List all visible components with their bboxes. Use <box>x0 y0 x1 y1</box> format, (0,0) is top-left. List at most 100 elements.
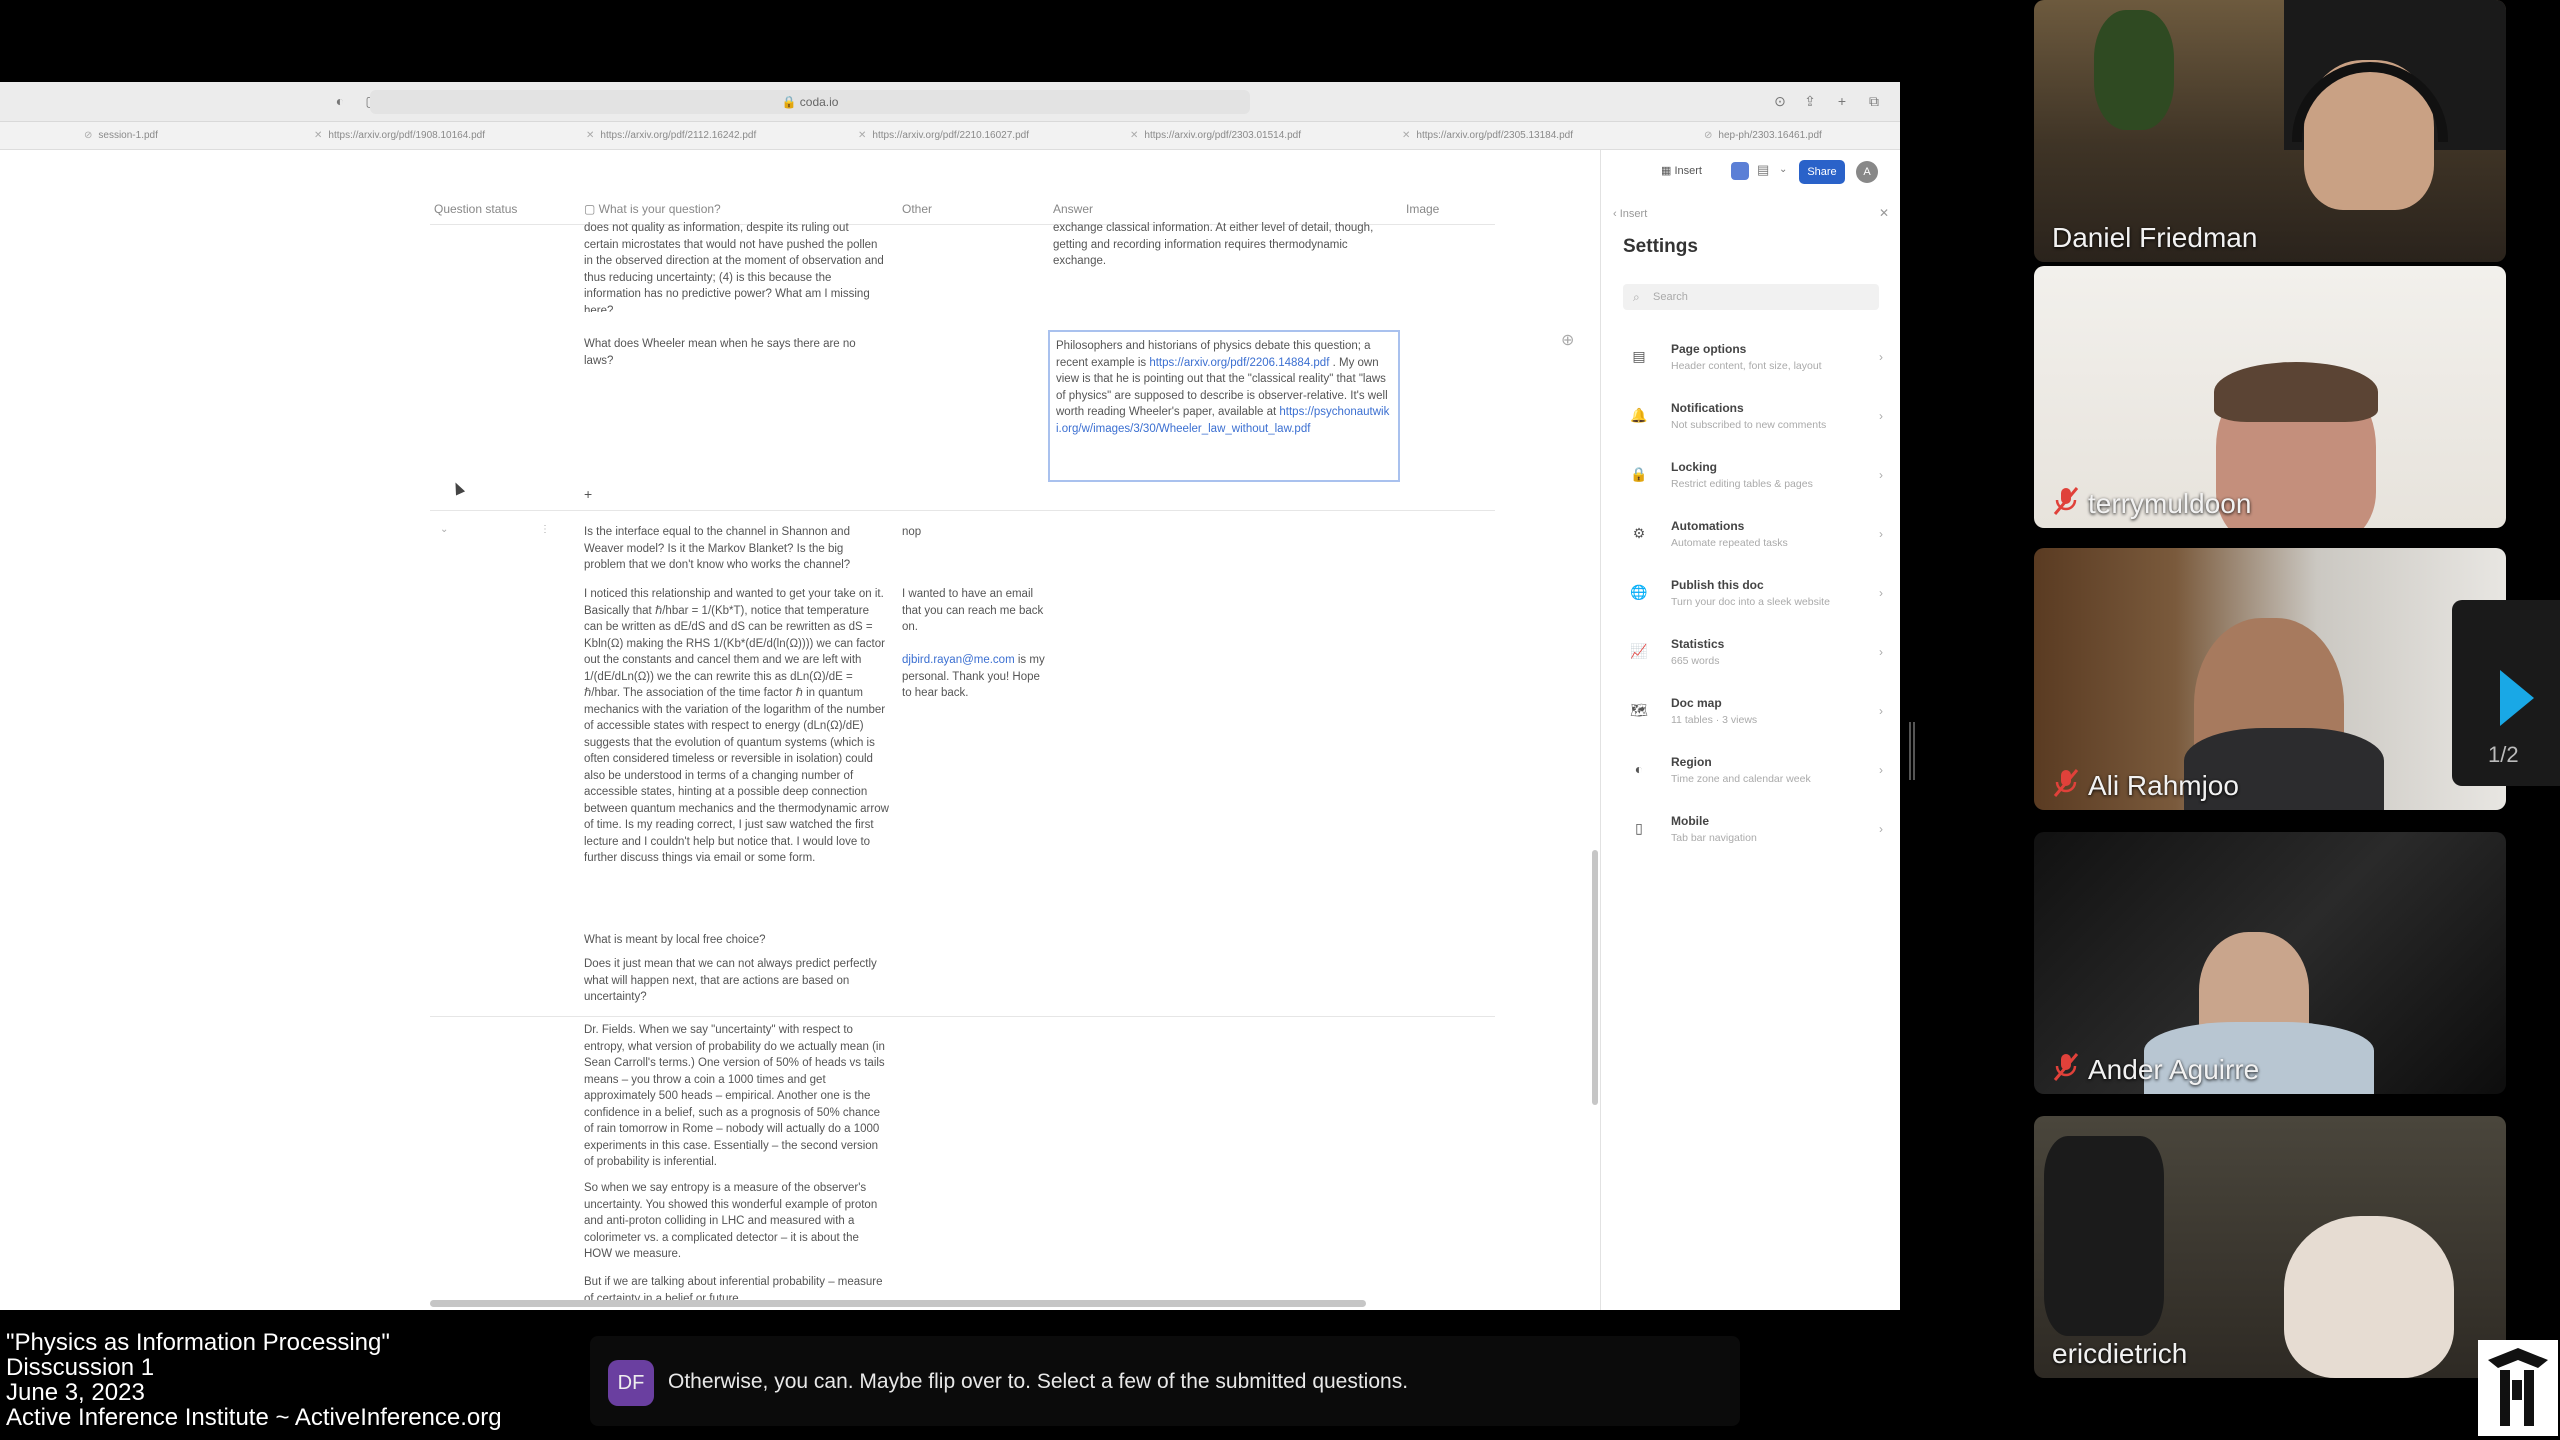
browser-tab[interactable]: ✕ https://arxiv.org/pdf/2112.16242.pdf <box>572 122 842 150</box>
browser-tab[interactable]: ✕ https://arxiv.org/pdf/2305.13184.pdf <box>1388 122 1658 150</box>
question-cell[interactable]: does not quality as information, despite… <box>584 220 884 312</box>
other-cell[interactable]: nop <box>902 524 921 541</box>
item-subtitle: Not subscribed to new comments <box>1671 419 1827 431</box>
comments-icon[interactable]: ▤ <box>1757 162 1769 178</box>
participant-name: ericdietrich <box>2052 1338 2188 1369</box>
insert-label: Insert <box>1674 165 1702 177</box>
close-icon[interactable]: ⊘ <box>84 130 92 141</box>
close-icon[interactable]: ✕ <box>586 130 594 141</box>
live-caption-text: Otherwise, you can. Maybe flip over to. … <box>668 1370 1409 1393</box>
question-cell[interactable]: Is the interface equal to the channel in… <box>584 524 884 574</box>
hair <box>2214 362 2378 422</box>
tab-bar: ⊘ session-1.pdf ✕ https://arxiv.org/pdf/19… <box>0 122 1900 150</box>
gallery-next-button[interactable]: 1/2 <box>2452 600 2560 786</box>
close-icon[interactable]: ✕ <box>1130 130 1138 141</box>
settings-item-statistics[interactable]: 📈 Statistics 665 words › <box>1623 637 1883 687</box>
lock-icon: 🔒 <box>781 95 800 109</box>
expand-row-icon[interactable]: ⌄ <box>440 524 448 535</box>
drag-handle-icon[interactable]: ⋮ <box>540 524 550 535</box>
tab-label: https://arxiv.org/pdf/2112.16242.pdf <box>600 130 757 141</box>
answer-link[interactable]: https://arxiv.org/pdf/2206.14884.pdf <box>1149 357 1329 369</box>
settings-item-mobile[interactable]: ▯ Mobile Tab bar navigation › <box>1623 814 1883 864</box>
close-icon[interactable]: ⊘ <box>1704 130 1712 141</box>
add-comment-icon[interactable]: ⊕ <box>1561 330 1583 352</box>
chevron-right-icon: › <box>1879 468 1883 482</box>
question-cell[interactable]: I noticed this relationship and wanted t… <box>584 586 889 867</box>
region-icon: ◐ <box>1634 761 1644 777</box>
caption-date: June 3, 2023 <box>6 1379 145 1406</box>
gear-icon[interactable] <box>1731 162 1749 180</box>
stream-caption: "Physics as Information Processing" Diss… <box>6 1330 502 1430</box>
settings-item-notifications[interactable]: 🔔 Notifications Not subscribed to new co… <box>1623 401 1883 451</box>
answer-cell[interactable]: exchange classical information. At eithe… <box>1053 220 1393 280</box>
resize-handle[interactable] <box>1909 722 1915 780</box>
column-header-question[interactable]: ▢ What is your question? <box>584 202 721 216</box>
settings-item-locking[interactable]: 🔒 Locking Restrict editing tables & page… <box>1623 460 1883 510</box>
caption-subtitle: Disscussion 1 <box>6 1354 155 1381</box>
question-cell[interactable]: Dr. Fields. When we say "uncertainty" wi… <box>584 1022 889 1171</box>
item-title: Region <box>1671 755 1712 769</box>
question-cell[interactable]: So when we say entropy is a measure of t… <box>584 1180 889 1263</box>
other-cell[interactable]: I wanted to have an email that you can r… <box>902 586 1050 702</box>
settings-item-publish[interactable]: 🌐 Publish this doc Turn your doc into a … <box>1623 578 1883 628</box>
horizontal-scrollbar[interactable] <box>430 1300 1366 1307</box>
add-row-button[interactable]: + <box>584 486 592 503</box>
avatar[interactable]: A <box>1856 161 1878 183</box>
download-icon[interactable]: ⊙ <box>1770 91 1790 111</box>
item-subtitle: 665 words <box>1671 655 1720 667</box>
settings-item-region[interactable]: ◐ Region Time zone and calendar week › <box>1623 755 1883 805</box>
browser-tab[interactable]: ✕ https://arxiv.org/pdf/2303.01514.pdf <box>1116 122 1386 150</box>
chevron-right-icon <box>2500 670 2534 726</box>
settings-item-doc-map[interactable]: 🗺 Doc map 11 tables · 3 views › <box>1623 696 1883 746</box>
new-tab-icon[interactable]: + <box>1832 91 1852 111</box>
settings-item-page-options[interactable]: ▤ Page options Header content, font size… <box>1623 342 1883 392</box>
caption-title: "Physics as Information Processing" <box>6 1329 390 1356</box>
item-subtitle: Tab bar navigation <box>1671 832 1757 844</box>
share-button[interactable]: Share <box>1799 160 1845 184</box>
close-icon[interactable]: ✕ <box>1879 206 1889 220</box>
share-icon[interactable]: ⇪ <box>1800 91 1820 111</box>
browser-tab[interactable]: ⊘ hep-ph/2303.16461.pdf <box>1690 122 1900 150</box>
question-cell[interactable]: What does Wheeler mean when he says ther… <box>584 336 884 369</box>
bell-icon: 🔔 <box>1630 407 1648 423</box>
video-tile[interactable]: Ali Rahmjoo <box>2034 548 2506 810</box>
question-cell[interactable]: What is meant by local free choice? <box>584 932 884 949</box>
column-header-image[interactable]: Image <box>1406 202 1439 216</box>
tabs-icon[interactable]: ⧉ <box>1864 91 1884 111</box>
chevron-down-icon[interactable]: ⌄ <box>1779 164 1787 175</box>
email-link[interactable]: djbird.rayan@me.com <box>902 654 1015 666</box>
browser-tab[interactable]: ✕ https://arxiv.org/pdf/1908.10164.pdf <box>300 122 570 150</box>
column-header-other[interactable]: Other <box>902 202 932 216</box>
vertical-scrollbar[interactable] <box>1592 850 1598 1105</box>
back-link[interactable]: ‹ Insert <box>1613 208 1647 220</box>
mouse-cursor-icon <box>450 480 466 496</box>
video-tile[interactable]: Daniel Friedman <box>2034 0 2506 262</box>
item-title: Page options <box>1671 342 1747 356</box>
question-cell[interactable]: But if we are talking about inferential … <box>584 1274 889 1300</box>
settings-search-input[interactable]: Search <box>1623 284 1879 310</box>
answer-cell-selected[interactable]: Philosophers and historians of physics d… <box>1048 330 1400 482</box>
video-tile[interactable]: Ander Aguirre <box>2034 832 2506 1094</box>
settings-item-automations[interactable]: ⚙ Automations Automate repeated tasks › <box>1623 519 1883 569</box>
column-header-answer[interactable]: Answer <box>1053 202 1093 216</box>
robot-icon: ⚙ <box>1632 525 1646 541</box>
url-bar[interactable]: 🔒 coda.io <box>370 90 1250 114</box>
question-cell[interactable]: Does it just mean that we can not always… <box>584 956 884 1006</box>
sidebar-toggle-icon[interactable]: ◐ <box>330 91 350 111</box>
close-icon[interactable]: ✕ <box>314 130 322 141</box>
video-tile[interactable]: ericdietrich <box>2034 1116 2506 1378</box>
participant-name: Daniel Friedman <box>2052 222 2258 253</box>
insert-button[interactable]: ▦ Insert <box>1661 164 1702 177</box>
close-icon[interactable]: ✕ <box>858 130 866 141</box>
column-header-label: What is your question? <box>598 202 721 216</box>
close-icon[interactable]: ✕ <box>1402 130 1410 141</box>
browser-tab[interactable]: ✕ https://arxiv.org/pdf/2210.16027.pdf <box>844 122 1114 150</box>
settings-panel: ▦ Insert ▤ ⌄ Share A ‹ Insert ✕ Settings… <box>1600 150 1900 1310</box>
mic-muted-icon <box>2053 769 2079 797</box>
url-text: coda.io <box>799 95 839 109</box>
globe-icon: 🌐 <box>1630 584 1648 600</box>
column-header-status[interactable]: Question status <box>434 202 517 216</box>
browser-toolbar: ◐ ▢ 🔒 coda.io ⊙ ⇪ + ⧉ <box>0 82 1900 122</box>
video-tile[interactable]: terrymuldoon <box>2034 266 2506 528</box>
chevron-right-icon: › <box>1879 409 1883 423</box>
